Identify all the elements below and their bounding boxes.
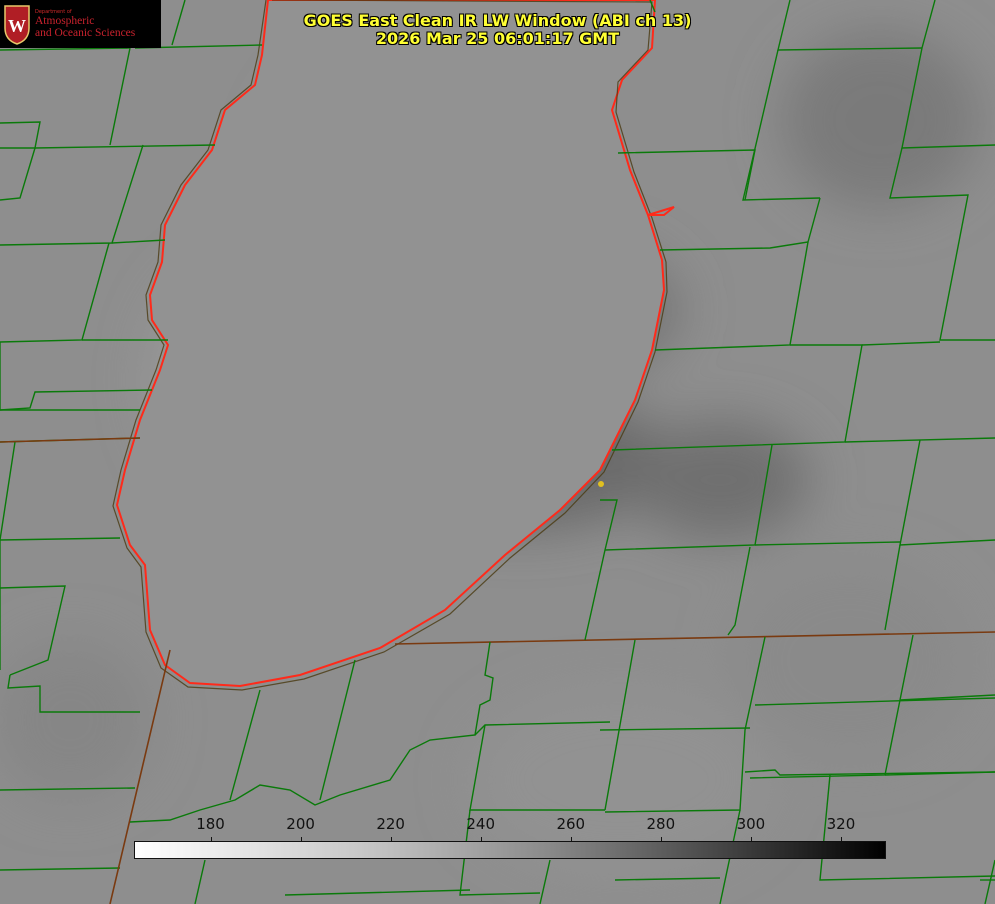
colorbar-tick bbox=[210, 837, 212, 842]
colorbar-tick-label: 280 bbox=[646, 815, 676, 833]
colorbar-tick bbox=[750, 837, 752, 842]
colorbar-tick-label: 200 bbox=[286, 815, 315, 833]
colorbar-tick bbox=[480, 837, 482, 842]
colorbar-tick-label: 260 bbox=[556, 815, 586, 833]
station-marker-icon bbox=[598, 481, 604, 487]
temperature-colorbar bbox=[134, 841, 886, 859]
colorbar-tick-label: 300 bbox=[736, 815, 766, 833]
colorbar-tick-label: 220 bbox=[376, 815, 405, 833]
colorbar-tick bbox=[570, 837, 572, 842]
colorbar-tick bbox=[660, 837, 662, 842]
image-timestamp: 2026 Mar 25 06:01:17 GMT bbox=[375, 29, 620, 48]
colorbar-tick-label: 240 bbox=[466, 815, 496, 833]
image-title: GOES East Clean IR LW Window (ABI ch 13) bbox=[303, 11, 692, 30]
colorbar-tick bbox=[300, 837, 302, 842]
colorbar-tick-label: 180 bbox=[196, 815, 225, 833]
colorbar-tick bbox=[840, 837, 842, 842]
satellite-image bbox=[0, 0, 995, 904]
colorbar-tick-label: 320 bbox=[826, 815, 856, 833]
map-viewer: W Department of Atmospheric and Oceanic … bbox=[0, 0, 995, 904]
colorbar-tick bbox=[390, 837, 392, 842]
